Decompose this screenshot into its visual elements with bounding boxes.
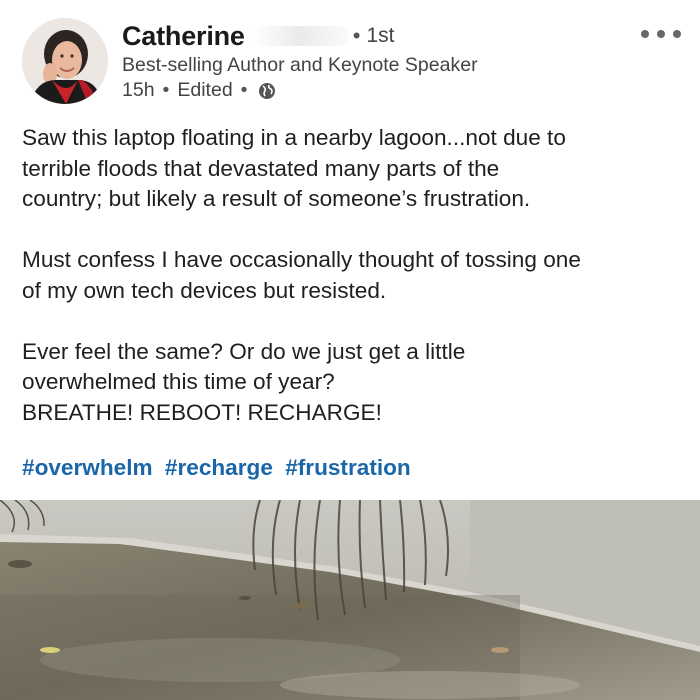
more-dot [641,30,649,38]
post-text-line: country; but likely a result of someone’… [22,186,531,211]
post-text-line: of my own tech devices but resisted. [22,277,387,303]
post-image[interactable] [0,500,700,700]
author-name-row: Catherine • 1st [122,18,394,54]
post-header: Catherine • 1st Best-selling Author and … [0,0,700,112]
avatar-photo [22,18,108,104]
post-text-line: Ever feel the same? Or do we just get a … [22,338,466,364]
separator-dot: • [240,79,248,101]
author-headline: Best-selling Author and Keynote Speaker [122,54,478,76]
post-text-line: Must confess I have occasionally thought… [22,247,581,272]
more-dot [657,30,665,38]
post-text-line: overwhelmed this time of year? [22,369,335,394]
separator-dot: • [352,23,361,48]
post-text-line: Saw this laptop floating in a nearby lag… [22,125,566,150]
post-body: Saw this laptop floating in a nearby lag… [22,123,692,428]
lagoon-photo [0,500,700,700]
connection-degree: 1st [366,24,395,47]
post-meta: 15h • Edited • [122,79,276,102]
hashtag-link[interactable]: #frustration [285,455,411,480]
post-text-line: terrible floods that devastated many par… [22,155,500,181]
author-name[interactable]: Catherine [122,21,245,52]
edited-label: Edited [177,79,233,101]
more-dot [673,30,681,38]
hashtag-link[interactable]: #recharge [165,455,273,480]
globe-icon [258,82,276,100]
post-text-line: BREATHE! REBOOT! RECHARGE! [22,399,382,425]
separator-dot: • [162,79,170,101]
author-avatar[interactable] [22,18,108,104]
linkedin-post: Catherine • 1st Best-selling Author and … [0,0,700,700]
more-options-icon[interactable] [641,20,681,48]
hashtag-link[interactable]: #overwhelm [22,455,153,480]
hashtag-row: #overwhelm #recharge #frustration [22,455,417,481]
post-timestamp: 15h [122,79,155,101]
redacted-surname [252,26,349,46]
